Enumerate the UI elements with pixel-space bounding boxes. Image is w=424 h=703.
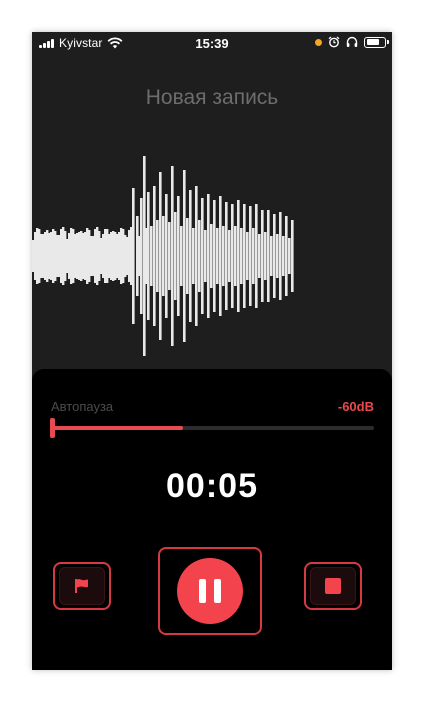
waveform-bar xyxy=(147,192,150,320)
waveform-bar xyxy=(204,230,207,282)
microphone-in-use-dot xyxy=(315,38,322,46)
waveform-bar xyxy=(276,234,279,278)
waveform-bar xyxy=(267,210,270,302)
waveform-bar xyxy=(237,200,240,312)
waveform-bar xyxy=(210,224,213,288)
waveform-bar xyxy=(183,170,186,342)
waveform-bar xyxy=(165,194,168,318)
waveform-bar xyxy=(162,216,165,296)
waveform-bar xyxy=(222,226,225,286)
waveform-bar xyxy=(228,230,231,282)
waveform-bar xyxy=(246,232,249,280)
waveform-bar xyxy=(258,234,261,278)
waveform-bar xyxy=(240,228,243,284)
headphones-icon xyxy=(346,36,358,47)
waveform-bar xyxy=(150,226,153,286)
waveform-bar xyxy=(174,212,177,300)
flag-button[interactable] xyxy=(53,562,111,610)
waveform-bar xyxy=(225,202,228,310)
waveform-bar xyxy=(168,222,171,290)
pause-icon xyxy=(199,579,221,603)
autopause-slider-fill xyxy=(50,426,183,430)
waveform-bar xyxy=(171,166,174,346)
waveform-bar xyxy=(159,172,162,340)
stop-button-body[interactable] xyxy=(310,567,356,605)
waveform-bar xyxy=(288,238,291,274)
waveform-bar xyxy=(291,220,294,292)
audio-waveform xyxy=(32,156,294,356)
waveform-bar xyxy=(132,188,135,324)
recorder-panel: Автопауза -60dB 00:05 xyxy=(32,369,392,670)
autopause-slider-handle[interactable] xyxy=(50,418,55,438)
stop-button[interactable] xyxy=(304,562,362,610)
flag-button-body[interactable] xyxy=(59,567,105,605)
waveform-bar xyxy=(207,194,210,318)
waveform-bar xyxy=(282,236,285,276)
stop-icon xyxy=(325,578,341,594)
battery-icon xyxy=(364,36,389,48)
waveform-bar xyxy=(270,236,273,276)
waveform-bar xyxy=(180,226,183,286)
waveform-bar xyxy=(231,204,234,308)
waveform-bar xyxy=(249,206,252,306)
waveform-bar xyxy=(243,204,246,308)
alarm-icon xyxy=(328,36,340,48)
waveform-bar xyxy=(140,198,143,314)
pause-button-frame xyxy=(158,547,262,635)
waveform-bar xyxy=(264,232,267,280)
waveform-bar xyxy=(219,196,222,316)
pause-button[interactable] xyxy=(177,558,243,624)
waveform-bar xyxy=(156,220,159,292)
waveform-bar xyxy=(261,210,264,302)
autopause-slider[interactable] xyxy=(50,418,374,438)
waveform-bar xyxy=(216,228,219,284)
waveform-bar xyxy=(192,228,195,284)
recording-title: Новая запись xyxy=(145,86,279,109)
flag-icon xyxy=(75,579,88,593)
waveform-bar xyxy=(177,196,180,316)
status-bar: Kyivstar 15:39 xyxy=(32,32,392,54)
waveform-bar xyxy=(186,218,189,294)
waveform-bar xyxy=(189,190,192,322)
phone-screen: Kyivstar 15:39 Новая запись Автопауза -6… xyxy=(32,32,392,670)
waveform-bar xyxy=(153,186,156,326)
waveform-bar xyxy=(279,212,282,300)
waveform-bar xyxy=(255,204,258,308)
elapsed-timer: 00:05 xyxy=(166,467,258,505)
waveform-bar xyxy=(285,216,288,296)
waveform-bar xyxy=(201,198,204,314)
autopause-label: Автопауза xyxy=(51,399,114,414)
waveform-bar xyxy=(198,220,201,292)
waveform-bar xyxy=(234,226,237,286)
autopause-threshold: -60dB xyxy=(337,399,374,414)
waveform-bar xyxy=(252,228,255,284)
waveform-bar xyxy=(273,214,276,298)
waveform-bar xyxy=(213,200,216,312)
status-right xyxy=(315,36,389,48)
waveform-bar xyxy=(195,186,198,326)
